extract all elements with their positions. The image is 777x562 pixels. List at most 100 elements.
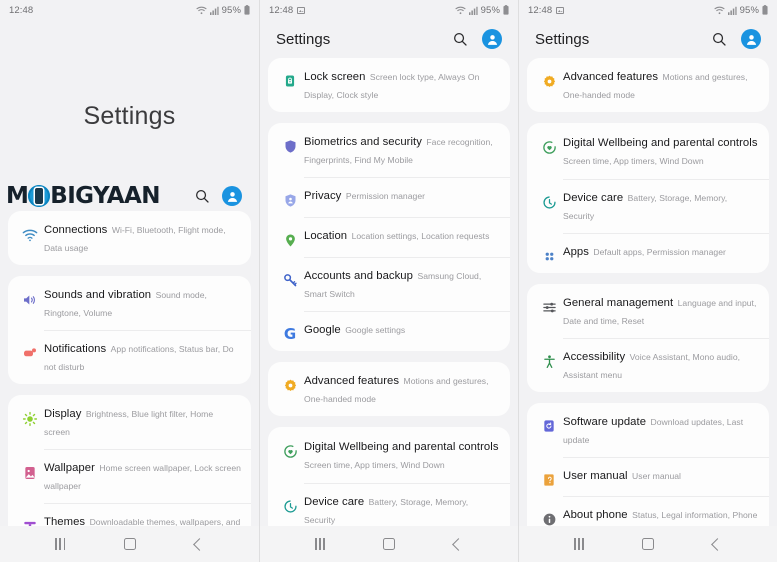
settings-row[interactable]: Privacy Permission manager: [268, 177, 510, 217]
settings-row[interactable]: Location Location settings, Location req…: [268, 217, 510, 257]
settings-row-title: Software update: [563, 416, 647, 428]
wellbeing-heart-icon: [535, 133, 563, 155]
settings-row[interactable]: Device care Battery, Storage, Memory, Se…: [268, 483, 510, 526]
wellbeing-heart-icon: [276, 437, 304, 459]
settings-row-title: Advanced features: [563, 71, 659, 83]
screenshot-icon: [297, 6, 306, 14]
page-title: Settings: [535, 30, 590, 48]
battery-status-icon: [762, 5, 768, 15]
advanced-gear-icon: [276, 371, 304, 393]
home-button[interactable]: [383, 538, 396, 550]
settings-card: Advanced features Motions and gestures, …: [268, 362, 510, 416]
settings-row-subtitle: Google settings: [345, 325, 406, 335]
settings-row[interactable]: Device care Battery, Storage, Memory, Se…: [527, 179, 769, 233]
app-bar: Settings: [260, 20, 518, 58]
settings-card: Connections Wi-Fi, Bluetooth, Flight mod…: [8, 211, 251, 265]
home-button[interactable]: [642, 538, 655, 550]
battery-status-icon: [503, 5, 509, 15]
home-button[interactable]: [123, 538, 136, 550]
user-manual-icon: [535, 466, 563, 487]
settings-row[interactable]: Lock screen Screen lock type, Always On …: [268, 58, 510, 112]
settings-row[interactable]: Notifications App notifications, Status …: [8, 330, 251, 384]
three-phone-screenshots: 12:48 95% Settings M BIGYAAN Connections…: [0, 0, 777, 562]
settings-row-title: Accessibility: [563, 351, 626, 363]
wifi-icon: [16, 220, 44, 243]
device-care-icon: [276, 492, 304, 514]
settings-row[interactable]: G Google Google settings: [268, 311, 510, 351]
settings-row-title: Biometrics and security: [304, 136, 422, 148]
logo-text-after: BIGYAAN: [50, 183, 160, 209]
status-bar: 12:48 95%: [0, 0, 259, 20]
settings-row-title: Google: [304, 324, 341, 336]
settings-row[interactable]: Apps Default apps, Permission manager: [527, 233, 769, 273]
google-g-icon: G: [283, 325, 297, 343]
settings-row[interactable]: Advanced features Motions and gestures, …: [268, 362, 510, 416]
back-button[interactable]: [710, 537, 724, 551]
status-bar-time: 12:48: [528, 4, 553, 16]
settings-row[interactable]: Biometrics and security Face recognition…: [268, 123, 510, 177]
battery-status-icon: [244, 5, 250, 15]
logo-o-mark: [28, 185, 51, 207]
settings-row[interactable]: Sounds and vibration Sound mode, Rington…: [8, 276, 251, 330]
settings-row[interactable]: User manual User manual: [527, 457, 769, 496]
screen-3: 12:48 95% Settings Advanced features Mot…: [518, 0, 777, 562]
settings-row-title: Digital Wellbeing and parental controls: [304, 441, 499, 453]
settings-row[interactable]: Advanced features Motions and gestures, …: [527, 58, 769, 112]
settings-row[interactable]: Digital Wellbeing and parental controls …: [527, 123, 769, 179]
settings-row-subtitle: Default apps, Permission manager: [593, 247, 726, 257]
settings-row[interactable]: Connections Wi-Fi, Bluetooth, Flight mod…: [8, 211, 251, 265]
settings-row-title: Display: [44, 408, 82, 420]
recent-apps-button[interactable]: [574, 538, 584, 550]
settings-card: Biometrics and security Face recognition…: [268, 123, 510, 351]
settings-row-subtitle: Location settings, Location requests: [351, 231, 490, 241]
account-avatar-icon[interactable]: [741, 29, 761, 49]
settings-list[interactable]: Connections Wi-Fi, Bluetooth, Flight mod…: [0, 211, 259, 526]
wallpaper-icon: [16, 458, 44, 481]
apps-grid-icon: [535, 242, 563, 264]
signal-status-icon: [727, 6, 737, 15]
location-pin-icon: [276, 226, 304, 248]
recent-apps-button[interactable]: [315, 538, 325, 550]
settings-row[interactable]: Themes Downloadable themes, wallpapers, …: [8, 503, 251, 526]
screen-2: 12:48 95% Settings Lock screen Screen lo…: [259, 0, 518, 562]
settings-card: Digital Wellbeing and parental controls …: [268, 427, 510, 526]
account-avatar-icon[interactable]: [482, 29, 502, 49]
settings-list[interactable]: Lock screen Screen lock type, Always On …: [260, 58, 518, 526]
navigation-bar: [260, 526, 518, 562]
battery-percent-label: 95%: [480, 4, 500, 16]
settings-row[interactable]: Wallpaper Home screen wallpaper, Lock sc…: [8, 449, 251, 503]
screenshot-icon: [556, 6, 565, 14]
back-button[interactable]: [451, 537, 465, 551]
settings-row-title: Device care: [563, 192, 624, 204]
settings-row[interactable]: Display Brightness, Blue light filter, H…: [8, 395, 251, 449]
device-care-icon: [535, 188, 563, 210]
settings-row-title: Digital Wellbeing and parental controls: [563, 137, 758, 149]
settings-row[interactable]: General management Language and input, D…: [527, 284, 769, 338]
settings-list[interactable]: Advanced features Motions and gestures, …: [519, 58, 777, 526]
settings-row[interactable]: About phone Status, Legal information, P…: [527, 496, 769, 526]
settings-card: Software update Download updates, Last u…: [527, 403, 769, 526]
status-bar: 12:48 95%: [519, 0, 777, 20]
settings-row[interactable]: Digital Wellbeing and parental controls …: [268, 427, 510, 483]
settings-row[interactable]: Software update Download updates, Last u…: [527, 403, 769, 457]
settings-row-subtitle: Screen time, App timers, Wind Down: [304, 460, 445, 470]
search-icon[interactable]: [192, 187, 211, 206]
settings-row-title: Wallpaper: [44, 462, 95, 474]
account-avatar-icon[interactable]: [222, 186, 242, 206]
search-icon[interactable]: [709, 30, 728, 49]
search-icon[interactable]: [450, 30, 469, 49]
settings-row-title: User manual: [563, 470, 628, 482]
settings-row[interactable]: Accounts and backup Samsung Cloud, Smart…: [268, 257, 510, 311]
settings-row-title: About phone: [563, 509, 628, 521]
settings-row-title: Sounds and vibration: [44, 289, 152, 301]
settings-card: Sounds and vibration Sound mode, Rington…: [8, 276, 251, 384]
settings-row[interactable]: Accessibility Voice Assistant, Mono audi…: [527, 338, 769, 392]
settings-row-title: Apps: [563, 246, 589, 258]
recent-apps-button[interactable]: [55, 538, 66, 550]
navigation-bar: [519, 526, 777, 562]
wifi-status-icon: [196, 6, 207, 15]
back-button[interactable]: [192, 537, 206, 551]
settings-row-title: Lock screen: [304, 71, 366, 83]
status-bar: 12:48 95%: [260, 0, 518, 20]
settings-row-title: Notifications: [44, 343, 107, 355]
